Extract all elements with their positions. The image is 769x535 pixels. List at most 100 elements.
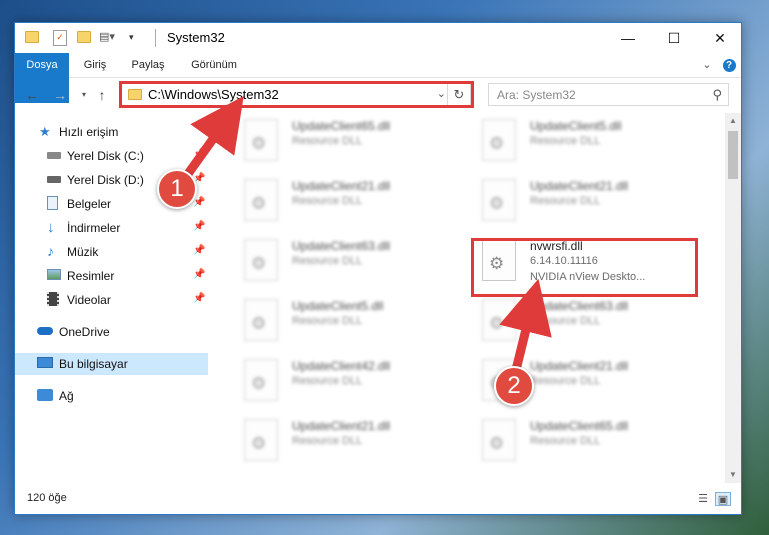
file-highlight	[471, 238, 698, 297]
help-icon[interactable]: ?	[721, 53, 737, 77]
sidebar-item-label: Videolar	[67, 293, 111, 307]
title-separator	[155, 29, 156, 47]
sidebar-item-label: Bu bilgisayar	[59, 357, 128, 371]
music-icon: ♪	[47, 243, 54, 259]
minimize-button[interactable]: —	[605, 23, 651, 53]
back-button[interactable]: ←	[23, 86, 41, 104]
tab-view[interactable]: Görünüm	[183, 53, 245, 77]
sidebar-item-this-pc[interactable]: Bu bilgisayar	[15, 353, 208, 375]
customize-qat-icon[interactable]: ▤▾	[99, 31, 115, 43]
vertical-scrollbar[interactable]: ▲ ▼	[725, 113, 741, 483]
file-type: Resource DLL	[292, 315, 363, 327]
file-list: ⚙ UpdateClient65.dll Resource DLL ⚙ Upda…	[220, 113, 725, 483]
sidebar-item-onedrive[interactable]: OneDrive	[15, 321, 208, 343]
dll-file-icon: ⚙	[244, 179, 278, 221]
file-type: Resource DLL	[292, 435, 363, 447]
gear-icon: ⚙	[251, 194, 267, 213]
folder-icon	[25, 31, 39, 43]
dll-file-icon: ⚙	[482, 179, 516, 221]
search-box[interactable]: Ara: System32 ⚲	[488, 83, 729, 106]
forward-button[interactable]: →	[51, 86, 69, 104]
dll-file-icon: ⚙	[244, 239, 278, 281]
dll-file-icon: ⚙	[244, 359, 278, 401]
pin-icon[interactable]: 📌	[193, 197, 205, 208]
pin-icon[interactable]: 📌	[193, 221, 205, 232]
scroll-thumb[interactable]	[728, 131, 738, 179]
drive-icon	[47, 176, 61, 183]
drive-icon	[47, 152, 61, 159]
sidebar-item-label: Yerel Disk (C:)	[67, 149, 144, 163]
sidebar-item-downloads[interactable]: ↓ İndirmeler 📌	[15, 217, 208, 239]
sidebar-item-disk-c[interactable]: Yerel Disk (C:) 📌	[15, 145, 208, 167]
sidebar-item-label: Belgeler	[67, 197, 112, 211]
file-type: Resource DLL	[292, 195, 363, 207]
file-name: UpdateClient5.dll	[292, 299, 384, 313]
pin-icon[interactable]: 📌	[193, 293, 205, 304]
sidebar-item-label: Resimler	[67, 269, 115, 283]
file-item[interactable]: ⚙ UpdateClient63.dll Resource DLL	[230, 237, 450, 287]
sidebar-item-label: Ağ	[59, 389, 74, 403]
computer-icon	[37, 357, 53, 368]
file-item[interactable]: ⚙ UpdateClient5.dll Resource DLL	[230, 297, 450, 347]
pictures-icon	[47, 269, 61, 280]
recent-locations-icon[interactable]: ▾	[75, 86, 93, 104]
file-item[interactable]: ⚙ UpdateClient21.dll Resource DLL	[230, 177, 450, 227]
pin-icon[interactable]: 📌	[193, 149, 205, 160]
download-icon: ↓	[47, 219, 55, 236]
scroll-up-icon[interactable]: ▲	[725, 113, 741, 129]
properties-icon[interactable]: ✓	[53, 30, 67, 46]
ribbon-tabs: Dosya Giriş Paylaş Görünüm ⌄ ?	[15, 53, 741, 103]
sidebar-item-label: Yerel Disk (D:)	[67, 173, 144, 187]
maximize-button[interactable]: ☐	[651, 23, 697, 53]
network-icon	[37, 389, 53, 401]
sidebar-item-music[interactable]: ♪ Müzik 📌	[15, 241, 208, 263]
sidebar-item-network[interactable]: Ağ	[15, 385, 208, 407]
step-1-badge: 1	[157, 169, 197, 209]
pin-icon[interactable]: 📌	[193, 245, 205, 256]
sidebar-item-label: OneDrive	[59, 325, 110, 339]
tab-share[interactable]: Paylaş	[123, 53, 173, 77]
gear-icon: ⚙	[489, 434, 505, 453]
dll-file-icon: ⚙	[244, 119, 278, 161]
sidebar-item-quick-access[interactable]: ★ Hızlı erişim	[15, 121, 208, 143]
gear-icon: ⚙	[489, 314, 505, 333]
title-bar: ✓ ▤▾ ▾ System32 — ☐ ✕	[15, 23, 741, 53]
star-icon: ★	[39, 124, 51, 139]
item-count: 120 öğe	[27, 492, 67, 504]
dll-file-icon: ⚙	[482, 299, 516, 341]
qat-dropdown-icon[interactable]: ▾	[129, 31, 143, 43]
tab-home[interactable]: Giriş	[75, 53, 115, 77]
file-name: UpdateClient21.dll	[292, 419, 391, 433]
documents-icon	[47, 196, 58, 210]
file-item[interactable]: ⚙ UpdateClient65.dll Resource DLL	[230, 117, 450, 167]
sidebar-item-label: İndirmeler	[67, 221, 121, 235]
file-item[interactable]: ⚙ UpdateClient63.dll Resource DLL	[468, 297, 688, 347]
ribbon-expand-icon[interactable]: ⌄	[699, 53, 715, 77]
file-item[interactable]: ⚙ UpdateClient5.dll Resource DLL	[468, 117, 688, 167]
file-item[interactable]: ⚙ UpdateClient21.dll Resource DLL	[468, 177, 688, 227]
details-view-icon[interactable]: ☰	[695, 492, 711, 506]
step-2-badge: 2	[494, 366, 534, 406]
scroll-down-icon[interactable]: ▼	[725, 467, 741, 483]
address-highlight	[119, 81, 474, 108]
window-title: System32	[167, 30, 225, 45]
file-type: Resource DLL	[530, 135, 601, 147]
file-name: UpdateClient65.dll	[292, 119, 391, 133]
cloud-icon	[37, 327, 53, 335]
sidebar-item-label: Müzik	[67, 245, 99, 259]
file-item[interactable]: ⚙ UpdateClient21.dll Resource DLL	[230, 417, 450, 467]
pin-icon[interactable]: 📌	[193, 269, 205, 280]
close-button[interactable]: ✕	[697, 23, 743, 53]
new-folder-icon[interactable]	[77, 31, 91, 43]
file-type: Resource DLL	[292, 255, 363, 267]
large-icons-view-icon[interactable]: ▣	[715, 492, 731, 506]
sidebar-item-pictures[interactable]: Resimler 📌	[15, 265, 208, 287]
sidebar-item-videos[interactable]: Videolar 📌	[15, 289, 208, 311]
up-button[interactable]: ↑	[93, 86, 111, 104]
search-icon[interactable]: ⚲	[712, 87, 722, 103]
search-input[interactable]: Ara: System32	[497, 88, 576, 102]
file-type: Resource DLL	[530, 375, 601, 387]
file-item[interactable]: ⚙ UpdateClient65.dll Resource DLL	[468, 417, 688, 467]
file-item[interactable]: ⚙ UpdateClient42.dll Resource DLL	[230, 357, 450, 407]
gear-icon: ⚙	[489, 134, 505, 153]
